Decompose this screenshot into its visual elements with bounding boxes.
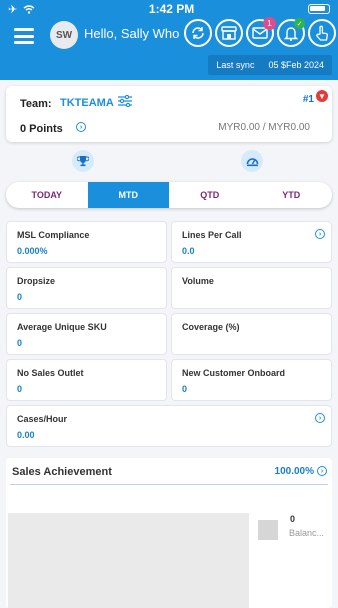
- legend-swatch: [258, 520, 278, 540]
- team-card: Team: TKTEAMA #1 ▼ 0 Points › MYR0.00 / …: [6, 86, 332, 142]
- sales-title: Sales Achievement: [12, 466, 112, 478]
- kpi-value: 0: [17, 338, 23, 348]
- sync-button[interactable]: [184, 19, 212, 47]
- last-sync-label: Last sync: [216, 60, 255, 70]
- kpi-label: New Customer Onboard: [182, 368, 286, 378]
- kpi-info-icon[interactable]: ›: [315, 229, 325, 239]
- avatar[interactable]: SW: [50, 21, 78, 49]
- rank-down-icon: ▼: [316, 90, 328, 102]
- kpi-value: 0: [17, 292, 23, 302]
- kpi-info-icon[interactable]: ›: [315, 413, 325, 423]
- gauge-icon: [246, 158, 258, 167]
- airplane-icon: ✈: [8, 3, 18, 16]
- kpi-label: Volume: [182, 276, 214, 286]
- alerts-button[interactable]: ✓: [277, 18, 305, 47]
- sales-info-icon[interactable]: ›: [317, 466, 327, 476]
- kpi-value: 0.00: [17, 430, 35, 440]
- sync-icon: [192, 27, 204, 39]
- tab-qtd[interactable]: QTD: [169, 182, 251, 208]
- kpi-value: 0.0: [182, 246, 195, 256]
- app-header: SW Hello, Sally Who 1 ✓ Last sync 05 $Fe…: [0, 17, 338, 80]
- kpi-label: Lines Per Call: [182, 230, 242, 240]
- messages-button[interactable]: 1: [246, 17, 276, 47]
- kpi-card-volume[interactable]: Volume: [171, 267, 332, 309]
- kpi-label: MSL Compliance: [17, 230, 90, 240]
- period-tabs: TODAY MTD QTD YTD: [6, 182, 332, 208]
- team-rank: #1: [302, 94, 314, 105]
- check-icon: ✓: [294, 18, 305, 29]
- menu-icon[interactable]: [14, 28, 34, 44]
- last-sync-bar: Last sync 05 $Feb 2024: [208, 55, 332, 75]
- kpi-label: Coverage (%): [182, 322, 240, 332]
- notification-badge: 1: [263, 17, 276, 30]
- kpi-card-lines-per-call[interactable]: Lines Per Call 0.0 ›: [171, 221, 332, 263]
- status-bar: ✈ 1:42 PM: [0, 0, 338, 18]
- legend-label: Balanc...: [289, 528, 325, 538]
- tab-today[interactable]: TODAY: [6, 182, 88, 208]
- points-value: 0 Points: [20, 123, 63, 135]
- hand-pointer-icon: [316, 25, 328, 41]
- sales-percent: 100.00%: [274, 466, 314, 477]
- tab-mtd[interactable]: MTD: [87, 182, 169, 208]
- touch-button[interactable]: [308, 19, 336, 47]
- last-sync-value: 05 $Feb 2024: [268, 60, 324, 70]
- kpi-value: 0: [17, 384, 23, 394]
- team-label: Team:: [20, 98, 52, 110]
- kpi-value: 0: [182, 384, 188, 394]
- kpi-card-coverage[interactable]: Coverage (%): [171, 313, 332, 355]
- store-button[interactable]: [215, 19, 243, 47]
- kpi-label: Dropsize: [17, 276, 56, 286]
- kpi-label: Cases/Hour: [17, 414, 68, 424]
- amount-value: MYR0.00 / MYR0.00: [218, 122, 310, 133]
- divider: [10, 484, 328, 485]
- kpi-card-new-customer-onboard[interactable]: New Customer Onboard 0: [171, 359, 332, 401]
- wifi-icon: [23, 4, 35, 14]
- greeting: Hello, Sally Who: [84, 26, 180, 41]
- filter-icon[interactable]: [118, 95, 132, 107]
- battery-icon: [307, 4, 330, 14]
- points-info-icon[interactable]: ›: [76, 122, 86, 132]
- trophy-button[interactable]: [72, 150, 94, 172]
- kpi-card-msl-compliance[interactable]: MSL Compliance 0.000%: [6, 221, 167, 263]
- kpi-card-cases-per-hour[interactable]: Cases/Hour 0.00 ›: [6, 405, 332, 447]
- kpi-value: 0.000%: [17, 246, 48, 256]
- kpi-card-no-sales-outlet[interactable]: No Sales Outlet 0: [6, 359, 167, 401]
- sales-achievement-card: Sales Achievement 100.00% › 0 Balanc...: [6, 458, 332, 608]
- gauge-button[interactable]: [241, 150, 263, 172]
- kpi-card-average-unique-sku[interactable]: Average Unique SKU 0: [6, 313, 167, 355]
- team-value[interactable]: TKTEAMA: [60, 97, 114, 109]
- legend-value: 0: [290, 514, 296, 524]
- trophy-icon: [77, 156, 89, 167]
- kpi-label: No Sales Outlet: [17, 368, 84, 378]
- kpi-card-dropsize[interactable]: Dropsize 0: [6, 267, 167, 309]
- sales-chart-area: [8, 513, 249, 608]
- kpi-label: Average Unique SKU: [17, 322, 107, 332]
- tab-ytd[interactable]: YTD: [251, 182, 333, 208]
- status-time: 1:42 PM: [148, 2, 195, 16]
- store-icon: [221, 26, 237, 40]
